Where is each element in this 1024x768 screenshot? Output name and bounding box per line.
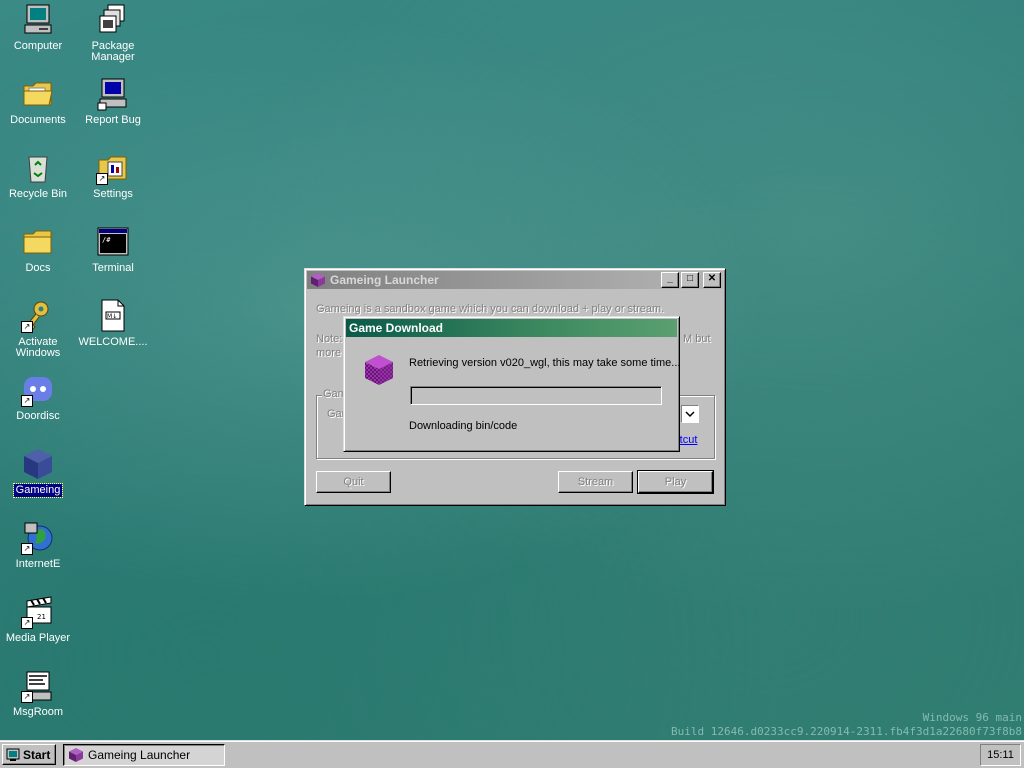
computer-icon <box>21 3 55 37</box>
desktop-icon-report-bug[interactable]: Report Bug <box>76 77 150 127</box>
build-watermark-line1: Windows 96 main <box>922 711 1022 724</box>
recycle-bin-icon <box>21 151 55 185</box>
quit-button[interactable]: Quit <box>316 471 391 493</box>
taskbar-item-label: Gameing Launcher <box>88 748 191 762</box>
desktop-icon-welcome[interactable]: M↓ WELCOME.... <box>76 299 150 349</box>
desktop-icon-package-manager[interactable]: Package Manager <box>76 3 150 64</box>
terminal-icon: /# <box>96 225 130 259</box>
msgroom-icon: ↗ <box>21 669 55 703</box>
maximize-button[interactable]: □ <box>681 272 699 288</box>
documents-folder-icon <box>21 77 55 111</box>
desktop-icon-computer[interactable]: Computer <box>1 3 75 53</box>
start-button[interactable]: Start <box>2 744 56 765</box>
shortcut-arrow-icon: ↗ <box>21 543 33 555</box>
desktop-icon-label: Media Player <box>5 632 71 644</box>
launcher-note-label: Note: <box>316 333 343 345</box>
docs-folder-icon <box>21 225 55 259</box>
close-button[interactable]: ✕ <box>703 272 721 288</box>
doordisc-icon: ↗ <box>21 373 55 407</box>
desktop-icon-label: InternetE <box>15 558 61 570</box>
svg-text:/#: /# <box>102 236 111 244</box>
launcher-title: Gameing Launcher <box>330 273 439 287</box>
play-button[interactable]: Play <box>637 470 714 494</box>
system-tray-clock[interactable]: 15:11 <box>980 744 1021 766</box>
desktop-icon-label: Terminal <box>92 262 134 274</box>
desktop-icon-label: Documents <box>10 114 66 126</box>
taskbar-item-gameing-launcher[interactable]: Gameing Launcher <box>63 744 225 766</box>
desktop-icon-label: WELCOME.... <box>78 336 148 348</box>
desktop-icon-settings[interactable]: ↗ Settings <box>76 151 150 201</box>
desktop-icon-internete[interactable]: ↗ InternetE <box>1 521 75 571</box>
desktop-icon-label: Activate Windows <box>15 336 61 359</box>
welcome-file-icon: M↓ <box>96 299 130 333</box>
desktop-icon-documents[interactable]: Documents <box>1 77 75 127</box>
launcher-titlebar[interactable]: Gameing Launcher _ □ ✕ <box>307 271 723 289</box>
desktop-icon-label: Recycle Bin <box>8 188 68 200</box>
desktop-icon-label: Gameing <box>12 483 64 498</box>
launcher-note-more: more <box>316 347 342 359</box>
download-title: Game Download <box>349 321 444 335</box>
version-dropdown-button[interactable] <box>681 405 699 423</box>
gameing-icon <box>68 747 84 763</box>
build-watermark-line2: Build 12646.d0233cc9.220914-2311.fb4f3d1… <box>671 725 1022 738</box>
chevron-down-icon <box>685 411 695 418</box>
internet-explorer-icon: ↗ <box>21 521 55 555</box>
start-logo-icon <box>6 748 20 762</box>
shortcut-arrow-icon: ↗ <box>21 395 33 407</box>
download-titlebar[interactable]: Game Download <box>346 319 677 337</box>
media-player-icon: 21 ↗ <box>21 595 55 629</box>
shortcut-arrow-icon: ↗ <box>21 691 33 703</box>
shortcut-arrow-icon: ↗ <box>96 173 108 185</box>
launcher-description: Gameing is a sandbox game which you can … <box>316 303 665 315</box>
taskbar: Start Gameing Launcher 15:11 <box>0 740 1024 768</box>
activate-windows-icon: ↗ <box>21 299 55 333</box>
desktop-icon-label: Report Bug <box>85 114 141 126</box>
desktop-icon-msgroom[interactable]: ↗ MsgRoom <box>1 669 75 719</box>
desktop-icon-activate-windows[interactable]: ↗ Activate Windows <box>1 299 75 360</box>
download-dialog[interactable]: Game Download Retrieving version v020_wg… <box>343 316 680 452</box>
shortcut-arrow-icon: ↗ <box>21 617 33 629</box>
desktop-icon-label: Settings <box>93 188 133 200</box>
desktop-icon-terminal[interactable]: /# Terminal <box>76 225 150 275</box>
settings-icon: ↗ <box>96 151 130 185</box>
desktop-icon-label: Doordisc <box>16 410 60 422</box>
desktop-icon-doordisc[interactable]: ↗ Doordisc <box>1 373 75 423</box>
desktop-icon-media-player[interactable]: 21 ↗ Media Player <box>1 595 75 645</box>
svg-text:M↓: M↓ <box>107 313 117 320</box>
launcher-note-end: M but <box>683 333 711 345</box>
download-message: Retrieving version v020_wgl, this may ta… <box>409 357 681 369</box>
desktop-icon-label: Computer <box>13 40 63 52</box>
start-label: Start <box>23 747 51 762</box>
shortcut-arrow-icon: ↗ <box>21 321 33 333</box>
gameing-icon <box>21 447 55 481</box>
gameing-cube-icon <box>362 353 396 390</box>
desktop-icon-label: Docs <box>25 262 51 274</box>
desktop-icon-gameing[interactable]: Gameing <box>1 447 75 498</box>
report-bug-icon <box>96 77 130 111</box>
gameing-icon <box>310 272 326 288</box>
desktop-icon-label: Package Manager <box>91 40 135 63</box>
download-progress-bar <box>410 386 662 405</box>
package-manager-icon <box>96 3 130 37</box>
desktop-icon-label: MsgRoom <box>12 706 64 718</box>
svg-text:21: 21 <box>37 613 46 621</box>
desktop-icon-docs[interactable]: Docs <box>1 225 75 275</box>
desktop-icon-recycle-bin[interactable]: Recycle Bin <box>1 151 75 201</box>
download-status: Downloading bin/code <box>409 420 518 432</box>
stream-button[interactable]: Stream <box>558 471 633 493</box>
minimize-button[interactable]: _ <box>661 272 679 288</box>
